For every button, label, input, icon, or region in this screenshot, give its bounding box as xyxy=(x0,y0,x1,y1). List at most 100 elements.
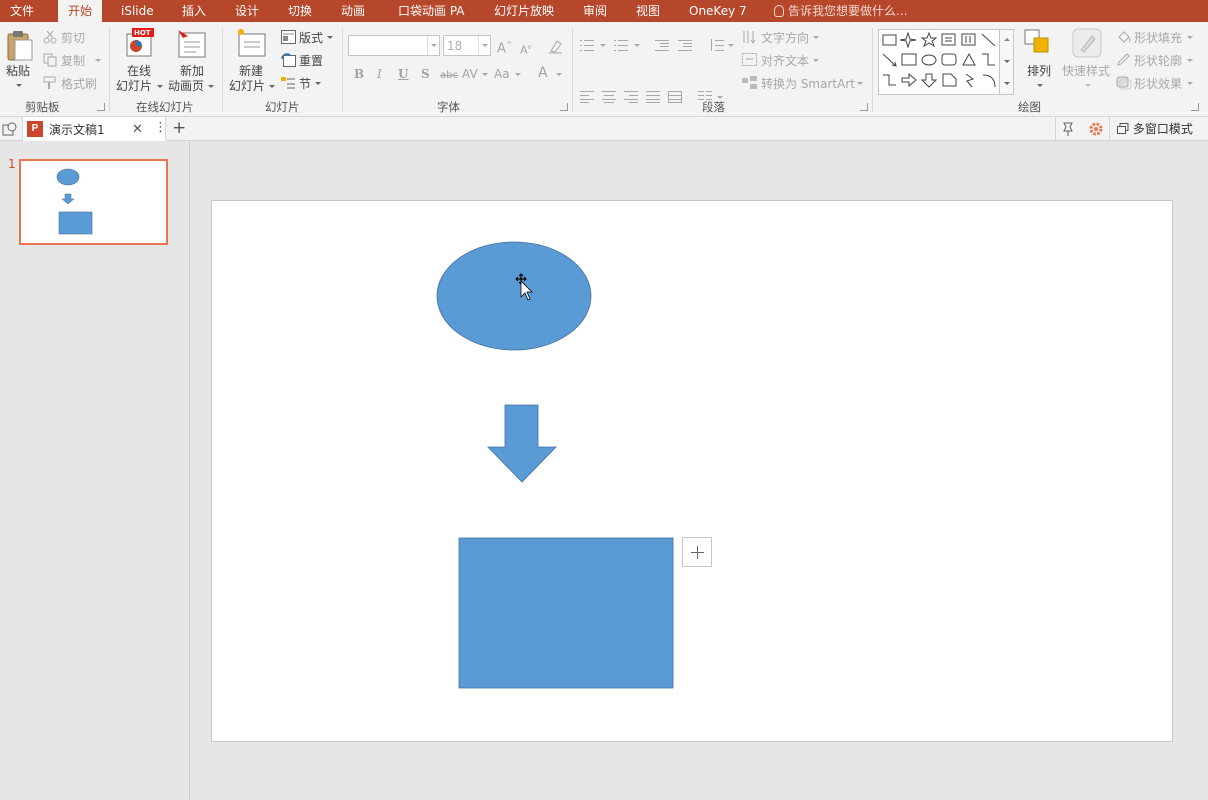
smartart-icon xyxy=(742,76,757,89)
case-dropdown-icon[interactable] xyxy=(515,73,521,76)
new-animation-page-icon xyxy=(178,30,206,58)
tell-me-search[interactable]: 告诉我您想要做什么... xyxy=(774,0,907,22)
decrease-indent-icon[interactable] xyxy=(655,39,669,51)
menu-view[interactable]: 视图 xyxy=(636,0,660,22)
shadow-button[interactable]: S xyxy=(421,67,430,81)
shapes-gallery[interactable] xyxy=(878,29,1000,95)
section-dropdown-icon xyxy=(315,82,321,85)
textbox-shape-icon xyxy=(941,33,956,46)
italic-button[interactable]: I xyxy=(377,67,382,81)
font-name-input[interactable] xyxy=(348,35,440,56)
bold-button[interactable]: B xyxy=(354,67,364,81)
menu-slideshow[interactable]: 幻灯片放映 xyxy=(494,0,554,22)
convert-smartart-label: 转换为 SmartArt xyxy=(761,77,855,91)
paragraph-launcher-icon[interactable] xyxy=(860,103,868,111)
scissors-icon xyxy=(43,30,57,44)
close-tab-icon[interactable]: ✕ xyxy=(132,122,143,137)
line-spacing-dropdown-icon[interactable] xyxy=(728,44,734,47)
text-direction-dropdown-icon xyxy=(813,36,819,39)
oval-shape-icon xyxy=(921,54,937,66)
right-arrow-shape-icon xyxy=(901,72,917,88)
numbering-icon[interactable] xyxy=(614,39,628,51)
font-color-dropdown-icon[interactable] xyxy=(556,73,562,76)
bullets-dropdown-icon[interactable] xyxy=(600,44,606,47)
copy-label: 复制 xyxy=(61,54,86,68)
star5-shape-icon xyxy=(920,31,938,48)
new-tab-icon[interactable]: + xyxy=(172,118,186,138)
slide-canvas[interactable] xyxy=(211,200,1173,742)
triangle-shape-icon xyxy=(962,52,976,66)
clipboard-launcher-icon[interactable] xyxy=(97,103,105,111)
shrink-font-icon[interactable]: Av xyxy=(520,40,532,58)
grow-font-icon[interactable]: A^ xyxy=(497,38,513,56)
gallery-more-icon[interactable] xyxy=(1004,82,1010,85)
distributed-icon[interactable] xyxy=(668,91,682,103)
rectangle-shape[interactable] xyxy=(458,537,674,689)
paragraph-group-label: 段落 xyxy=(702,100,725,114)
pin-icon[interactable] xyxy=(1060,121,1076,137)
change-case-button[interactable]: Aa xyxy=(494,67,510,81)
new-anim-dropdown-icon xyxy=(208,85,214,88)
menu-onekey[interactable]: OneKey 7 xyxy=(689,0,747,22)
document-tab[interactable]: P 演示文稿1 ✕ ⋮ xyxy=(22,117,167,141)
menu-design[interactable]: 设计 xyxy=(235,0,259,22)
font-name-dropdown-icon[interactable] xyxy=(427,36,439,55)
copy-dropdown-icon xyxy=(95,59,101,62)
tab-menu-icon[interactable]: ⋮ xyxy=(154,120,167,135)
menu-transitions[interactable]: 切换 xyxy=(288,0,312,22)
line-spacing-icon[interactable] xyxy=(710,39,724,51)
drawing-group-label: 绘图 xyxy=(1018,100,1041,114)
strikethrough-button[interactable]: abc xyxy=(440,70,458,81)
menu-islide[interactable]: iSlide xyxy=(121,0,154,22)
shape-effects-label: 形状效果 xyxy=(1134,77,1183,91)
powerpoint-file-icon: P xyxy=(27,121,43,137)
bullets-icon[interactable] xyxy=(580,39,594,51)
quick-styles-icon xyxy=(1072,28,1102,58)
tell-me-text: 告诉我您想要做什么... xyxy=(788,4,908,18)
rectangle-shape-icon xyxy=(882,34,897,46)
align-center-icon[interactable] xyxy=(602,91,616,103)
gallery-up-icon[interactable] xyxy=(1004,38,1010,41)
underline-button[interactable]: U xyxy=(398,67,408,81)
paste-icon xyxy=(7,31,33,61)
font-size-input[interactable]: 18 xyxy=(443,35,491,56)
clear-formatting-icon[interactable] xyxy=(548,38,564,54)
menu-home[interactable]: 开始 xyxy=(58,0,103,23)
slide-thumbnail-pane: 1 xyxy=(0,142,190,800)
numbering-dropdown-icon[interactable] xyxy=(634,44,640,47)
menu-bar: 文件 开始 iSlide 插入 设计 切换 动画 口袋动画 PA 幻灯片放映 审… xyxy=(0,0,1208,23)
increase-indent-icon[interactable] xyxy=(678,39,692,51)
ellipse-shape[interactable] xyxy=(436,241,592,351)
lightning-shape-icon xyxy=(965,73,975,88)
character-spacing-button[interactable]: AV xyxy=(462,67,478,81)
new-slide-icon xyxy=(238,28,266,57)
menu-animations[interactable]: 动画 xyxy=(341,0,365,22)
drawing-launcher-icon[interactable] xyxy=(1191,103,1199,111)
connector-shape-icon xyxy=(883,74,896,86)
settings-gear-icon[interactable] xyxy=(1088,121,1104,137)
font-launcher-icon[interactable] xyxy=(560,103,568,111)
align-right-icon[interactable] xyxy=(624,91,638,103)
spacing-dropdown-icon[interactable] xyxy=(482,73,488,76)
align-left-icon[interactable] xyxy=(580,91,594,103)
down-arrow-shape[interactable] xyxy=(487,404,557,483)
shape-outline-label: 形状轮廓 xyxy=(1134,54,1183,68)
rounded-rect-shape-icon xyxy=(941,53,957,66)
tab-home-icon[interactable] xyxy=(2,121,18,137)
font-color-button[interactable]: A xyxy=(538,65,548,81)
layout-dropdown-icon xyxy=(327,36,333,39)
down-arrow-shape-icon xyxy=(920,73,938,88)
new-anim-label-1: 新加 xyxy=(180,64,205,78)
menu-review[interactable]: 审阅 xyxy=(583,0,607,22)
text-direction-icon xyxy=(743,31,756,44)
slide-thumbnail[interactable] xyxy=(19,159,168,245)
font-size-dropdown-icon[interactable] xyxy=(478,36,490,55)
menu-insert[interactable]: 插入 xyxy=(182,0,206,22)
multi-window-button[interactable]: 多窗口模式 xyxy=(1117,117,1193,141)
menu-pocket-animation[interactable]: 口袋动画 PA xyxy=(398,0,465,22)
gallery-down-icon[interactable] xyxy=(1004,60,1010,63)
gallery-scroll[interactable] xyxy=(1000,29,1014,95)
menu-file[interactable]: 文件 xyxy=(10,0,34,22)
justify-icon[interactable] xyxy=(646,91,660,103)
add-shape-button[interactable] xyxy=(682,537,712,567)
